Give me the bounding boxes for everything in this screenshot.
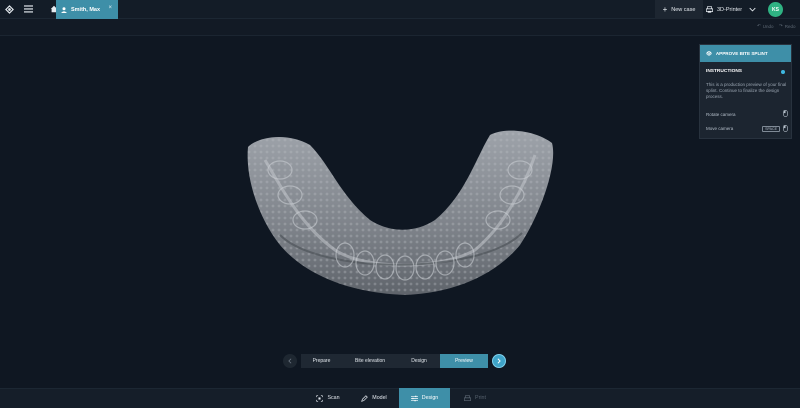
instruction-panel: 👁 APPROVE BITE SPLINT INSTRUCTIONS This … xyxy=(699,44,792,139)
printer-selector[interactable]: 3D-Printer xyxy=(706,0,756,19)
new-case-button[interactable]: + New case xyxy=(655,0,703,19)
plus-icon: + xyxy=(662,5,668,14)
model-edit-icon xyxy=(361,394,369,402)
nav-scan-label: Scan xyxy=(327,395,340,401)
sliders-icon xyxy=(410,395,418,401)
eye-icon: 👁 xyxy=(706,50,712,56)
undo-button[interactable]: ↶ Undo xyxy=(757,23,774,29)
bite-splint-model[interactable] xyxy=(240,125,560,300)
chevron-right-icon xyxy=(497,358,501,364)
scan-icon xyxy=(316,394,324,402)
previous-step-button[interactable] xyxy=(283,354,297,368)
sub-toolbar xyxy=(0,19,800,36)
user-icon xyxy=(61,6,67,13)
nav-print: Print xyxy=(458,388,492,408)
menu-icon[interactable] xyxy=(19,0,38,19)
step-preview[interactable]: Preview xyxy=(440,354,488,368)
nav-scan[interactable]: Scan xyxy=(306,388,350,408)
nav-model[interactable]: Model xyxy=(352,388,396,408)
rotate-camera-hint: Rotate camera xyxy=(706,110,788,118)
chevron-left-icon xyxy=(288,358,292,364)
printer-label: 3D-Printer xyxy=(717,6,743,13)
space-key: SPACE xyxy=(762,125,780,132)
print-icon xyxy=(464,394,472,401)
panel-title: APPROVE BITE SPLINT xyxy=(715,51,768,56)
redo-icon: ↷ xyxy=(779,23,783,28)
nav-print-label: Print xyxy=(475,395,486,401)
patient-tab[interactable]: Smith, Max × xyxy=(56,0,118,19)
redo-button[interactable]: ↷ Redo xyxy=(779,23,796,29)
redo-label: Redo xyxy=(784,23,796,29)
close-tab-icon[interactable]: × xyxy=(108,5,112,11)
printer-icon xyxy=(706,6,713,13)
panel-header: 👁 APPROVE BITE SPLINT xyxy=(700,45,791,62)
nav-design-label: Design xyxy=(421,395,439,401)
avatar[interactable]: KS xyxy=(768,2,783,17)
nav-model-label: Model xyxy=(372,395,387,401)
rotate-camera-label: Rotate camera xyxy=(706,111,736,117)
move-camera-label: Move camera xyxy=(706,126,734,131)
instructions-text: This is a production preview of your fin… xyxy=(706,82,787,100)
workflow-stepper: Prepare Bite elevation Design Preview xyxy=(283,353,506,369)
chevron-down-icon xyxy=(749,7,756,12)
undo-icon: ↶ xyxy=(757,23,761,28)
status-dot-icon xyxy=(781,70,785,74)
next-step-button[interactable] xyxy=(492,354,506,368)
move-camera-hint: Move camera SPACE xyxy=(706,125,788,132)
nav-design[interactable]: Design xyxy=(399,388,450,408)
undo-label: Undo xyxy=(762,23,774,29)
mouse-icon xyxy=(783,110,788,118)
steps: Prepare Bite elevation Design Preview xyxy=(301,354,488,368)
move-camera-keys: SPACE xyxy=(762,125,788,132)
patient-name: Smith, Max xyxy=(71,6,101,13)
new-case-label: New case xyxy=(671,6,696,13)
instructions-heading: INSTRUCTIONS xyxy=(706,69,742,74)
step-bite-elevation[interactable]: Bite elevation xyxy=(342,354,398,368)
app-logo-icon[interactable] xyxy=(0,0,19,19)
step-prepare[interactable]: Prepare xyxy=(301,354,342,368)
step-design[interactable]: Design xyxy=(398,354,440,368)
mouse-icon xyxy=(783,125,788,132)
